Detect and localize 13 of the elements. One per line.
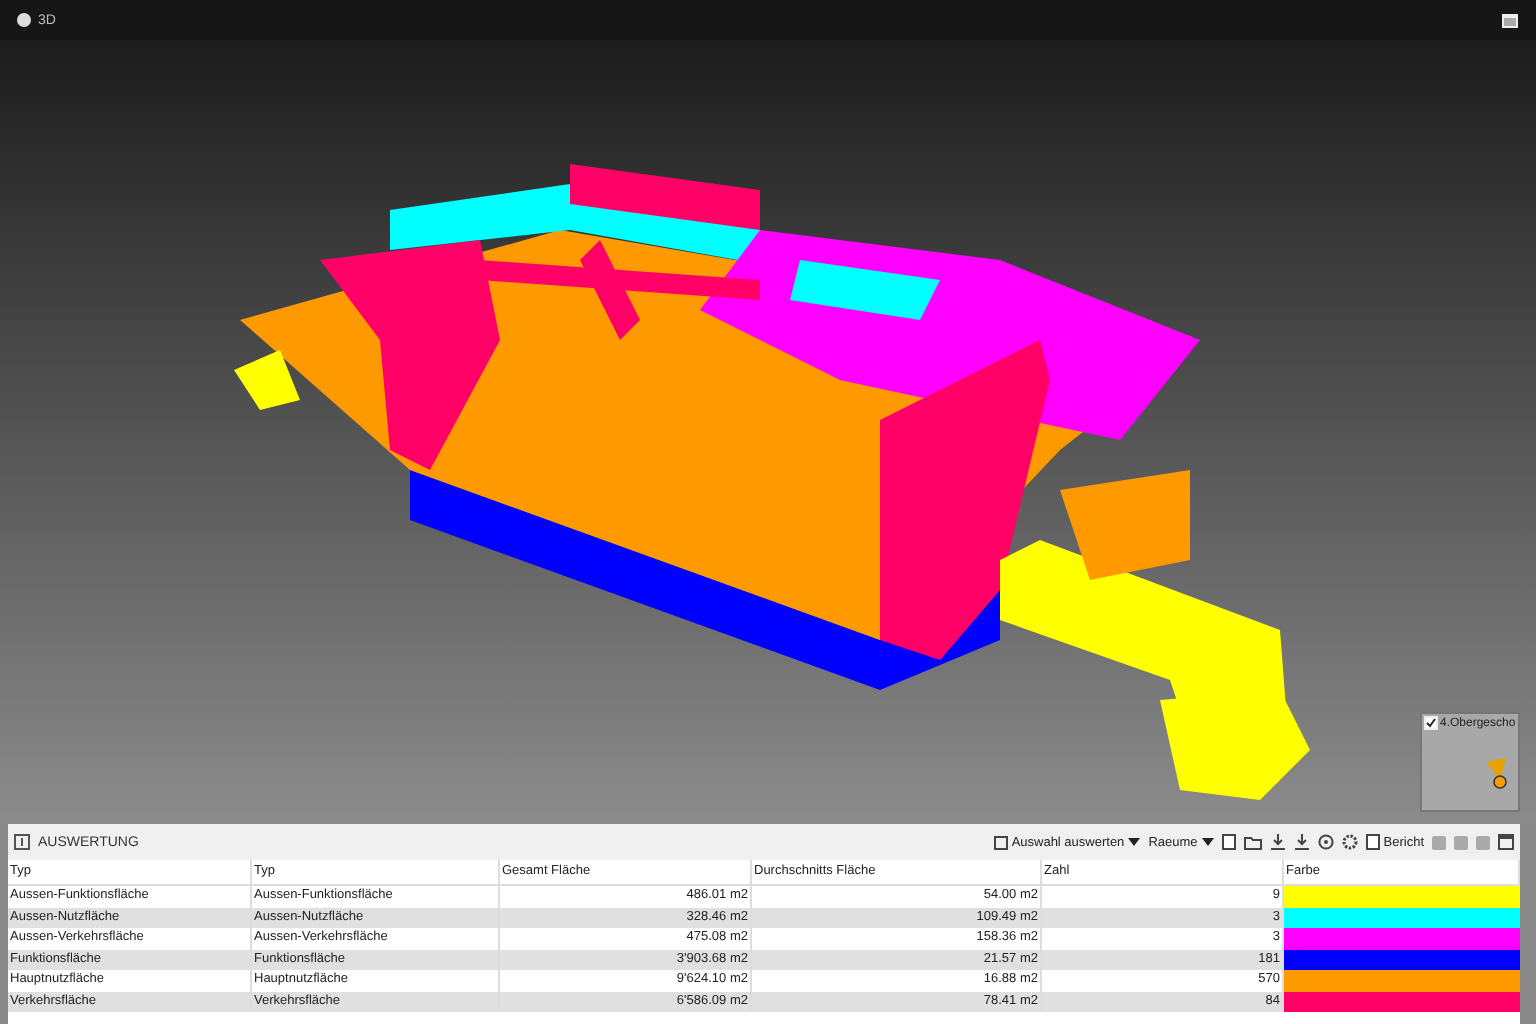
window-icon[interactable] <box>1498 834 1514 850</box>
floor-checkbox[interactable] <box>1424 716 1438 730</box>
new-document-icon[interactable] <box>1221 834 1236 850</box>
folder-icon[interactable] <box>1243 835 1262 849</box>
download-icon[interactable] <box>1293 834 1310 850</box>
caret-icon <box>1201 838 1214 846</box>
maximize-icon[interactable] <box>1502 13 1518 27</box>
document-icon <box>1365 834 1380 850</box>
download-icon[interactable] <box>1269 834 1286 850</box>
target-icon[interactable] <box>1317 834 1334 850</box>
caret-icon <box>1128 838 1141 846</box>
camera-marker-icon <box>1482 758 1510 790</box>
info-icon <box>14 834 30 850</box>
